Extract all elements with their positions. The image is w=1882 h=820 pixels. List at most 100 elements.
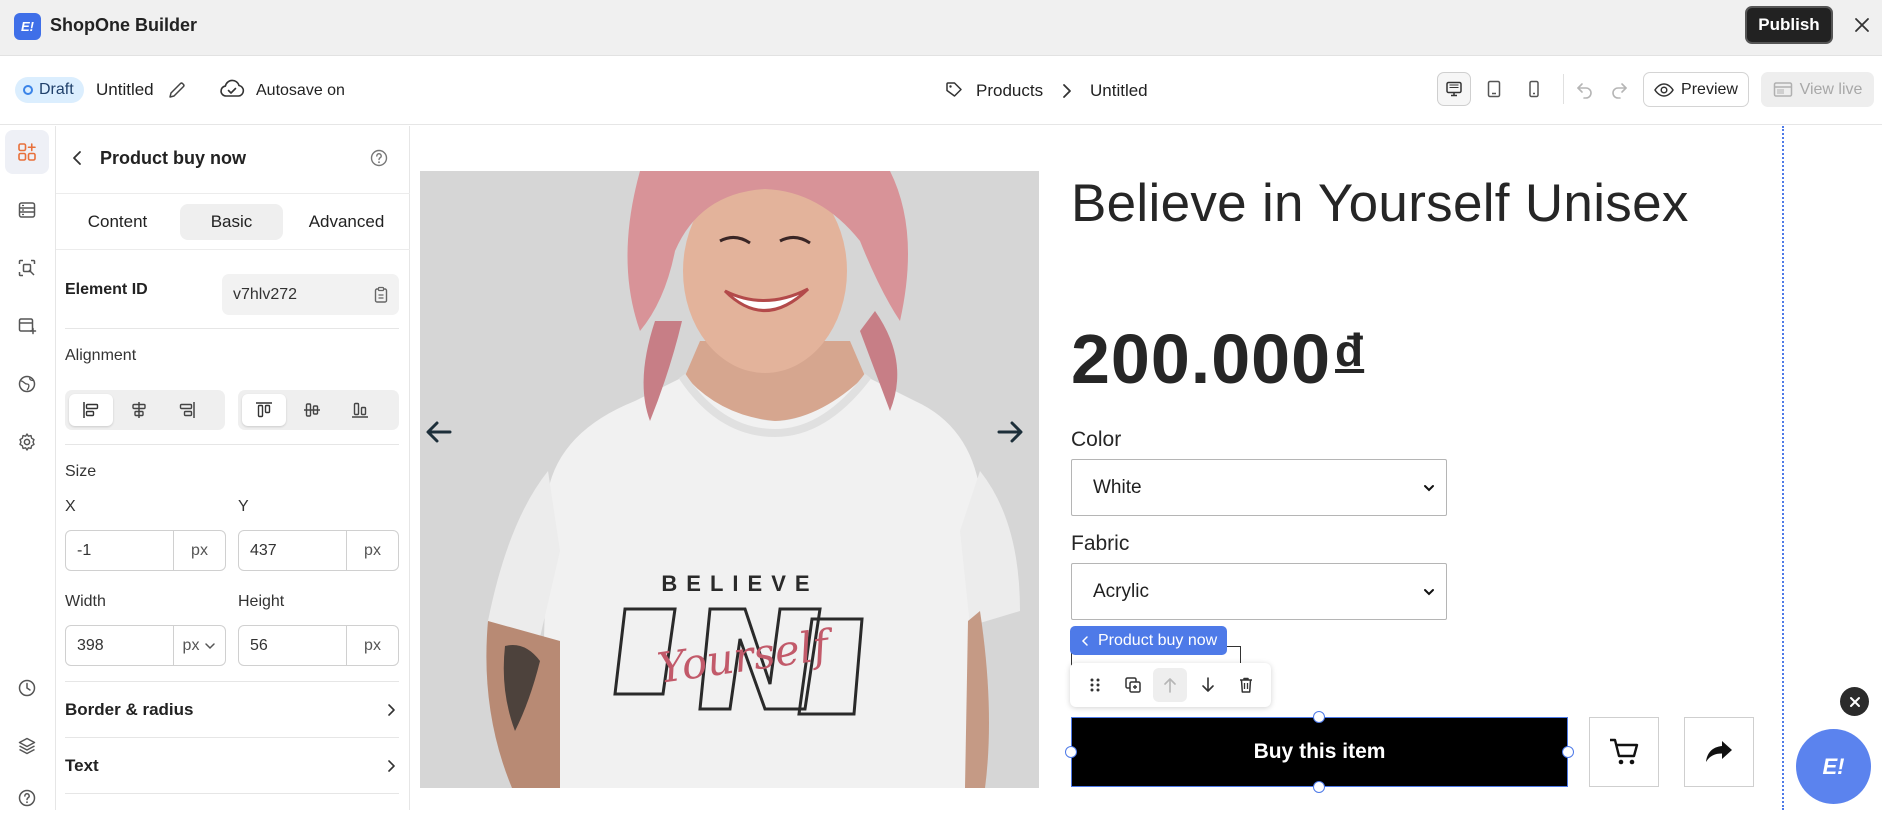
share-button[interactable] xyxy=(1684,717,1754,787)
redo-icon[interactable] xyxy=(1609,80,1629,100)
fabric-select-value: Acrylic xyxy=(1093,580,1149,602)
divider xyxy=(65,444,399,445)
height-label: Height xyxy=(238,593,285,610)
editor-canvas: BELIEVE Yourself Believe in Yourself Uni… xyxy=(411,126,1882,810)
undo-icon[interactable] xyxy=(1575,80,1595,100)
border-radius-section[interactable]: Border & radius xyxy=(65,682,399,738)
add-to-cart-button[interactable] xyxy=(1589,717,1659,787)
arrow-left-icon[interactable] xyxy=(424,417,454,447)
layout-select-icon[interactable] xyxy=(5,246,49,290)
tab-content[interactable]: Content xyxy=(66,204,169,240)
resize-handle-left[interactable] xyxy=(1065,746,1077,758)
mobile-view-button[interactable] xyxy=(1517,72,1551,106)
properties-panel: Product buy now Content Basic Advanced E… xyxy=(56,126,410,810)
y-value: 437 xyxy=(250,541,277,559)
color-select-value: White xyxy=(1093,476,1142,498)
title-bar: E! ShopOne Builder Publish xyxy=(0,0,1882,56)
add-elements-icon[interactable] xyxy=(5,130,49,174)
desktop-view-button[interactable] xyxy=(1437,72,1471,106)
product-price[interactable]: 200.000đ xyxy=(1071,319,1364,399)
x-value: -1 xyxy=(77,541,92,559)
height-unit: px xyxy=(346,626,398,665)
document-name: Untitled xyxy=(96,80,154,99)
height-value: 56 xyxy=(250,636,268,654)
status-badge: Draft xyxy=(15,77,84,103)
shirt-print-top: BELIEVE xyxy=(661,571,818,596)
align-right-icon[interactable] xyxy=(165,394,209,426)
clipboard-icon[interactable] xyxy=(372,286,390,304)
move-down-icon[interactable] xyxy=(1191,668,1225,702)
toolbar-divider xyxy=(1563,74,1564,104)
text-section[interactable]: Text xyxy=(65,738,399,794)
resize-handle-top[interactable] xyxy=(1313,711,1325,723)
price-value: 200.000 xyxy=(1071,320,1332,398)
eye-icon xyxy=(1654,82,1674,98)
horizontal-alignment-group xyxy=(65,390,225,430)
chevron-left-icon xyxy=(1080,635,1090,647)
arrow-right-icon[interactable] xyxy=(995,417,1025,447)
vertical-alignment-group xyxy=(238,390,399,430)
globe-icon[interactable] xyxy=(5,362,49,406)
height-field[interactable]: 56 px xyxy=(238,625,399,666)
pencil-icon[interactable] xyxy=(167,80,187,100)
align-bottom-icon[interactable] xyxy=(338,394,382,426)
page-add-icon[interactable] xyxy=(5,304,49,348)
chevron-down-icon xyxy=(1422,585,1436,599)
resize-handle-right[interactable] xyxy=(1562,746,1574,758)
align-left-icon[interactable] xyxy=(69,394,113,426)
chevron-down-icon xyxy=(204,640,216,652)
resize-handle-bottom[interactable] xyxy=(1313,781,1325,793)
sections-icon[interactable] xyxy=(5,188,49,232)
selected-element-label: Product buy now xyxy=(1098,631,1218,649)
fabric-select[interactable]: Acrylic xyxy=(1071,563,1447,620)
align-center-icon[interactable] xyxy=(117,394,161,426)
move-up-icon[interactable] xyxy=(1153,668,1188,702)
app-title: ShopOne Builder xyxy=(50,15,198,35)
assistant-fab[interactable]: E! xyxy=(1796,729,1871,804)
share-arrow-icon xyxy=(1704,739,1734,765)
settings-gear-icon[interactable] xyxy=(5,420,49,464)
chevron-right-icon xyxy=(383,758,399,774)
element-toolbar xyxy=(1070,663,1271,707)
icon-rail xyxy=(0,126,56,810)
publish-button[interactable]: Publish xyxy=(1745,6,1833,44)
chevron-right-icon xyxy=(383,702,399,718)
panel-title: Product buy now xyxy=(100,148,246,168)
close-window-icon[interactable] xyxy=(1852,15,1872,35)
width-unit-select[interactable]: px xyxy=(173,626,225,665)
fabric-label: Fabric xyxy=(1071,532,1130,555)
cloud-check-icon xyxy=(219,78,245,100)
x-field[interactable]: -1 px xyxy=(65,530,226,571)
tab-advanced[interactable]: Advanced xyxy=(294,204,399,240)
product-image[interactable]: BELIEVE Yourself xyxy=(420,171,1039,788)
color-select[interactable]: White xyxy=(1071,459,1447,516)
drag-handle-icon[interactable] xyxy=(1078,668,1112,702)
element-id-value: v7hlv272 xyxy=(233,285,298,303)
buy-now-button[interactable]: Buy this item xyxy=(1071,717,1568,787)
app-logo: E! xyxy=(14,13,41,40)
product-title[interactable]: Believe in Yourself Unisex xyxy=(1071,173,1689,234)
tablet-view-button[interactable] xyxy=(1477,72,1511,106)
help-icon[interactable] xyxy=(5,776,49,820)
close-chat-icon[interactable] xyxy=(1840,687,1869,716)
view-live-button[interactable]: View live xyxy=(1761,72,1874,107)
y-unit: px xyxy=(346,531,398,570)
help-circle-icon[interactable] xyxy=(369,148,389,168)
tab-basic[interactable]: Basic xyxy=(180,204,283,240)
back-chevron-icon[interactable] xyxy=(69,149,87,167)
align-top-icon[interactable] xyxy=(242,394,286,426)
element-id-label: Element ID xyxy=(65,281,148,298)
selected-element-tag[interactable]: Product buy now xyxy=(1070,626,1228,655)
width-field[interactable]: 398 px xyxy=(65,625,226,666)
trash-icon[interactable] xyxy=(1229,668,1263,702)
width-label: Width xyxy=(65,593,106,610)
preview-button[interactable]: Preview xyxy=(1643,72,1749,107)
element-id-field[interactable]: v7hlv272 xyxy=(222,274,399,315)
duplicate-icon[interactable] xyxy=(1116,668,1150,702)
chevron-right-icon xyxy=(1059,82,1075,100)
y-field[interactable]: 437 px xyxy=(238,530,399,571)
history-icon[interactable] xyxy=(5,666,49,710)
layers-icon[interactable] xyxy=(5,724,49,768)
breadcrumb-products[interactable]: Products xyxy=(976,81,1043,101)
align-middle-icon[interactable] xyxy=(290,394,334,426)
